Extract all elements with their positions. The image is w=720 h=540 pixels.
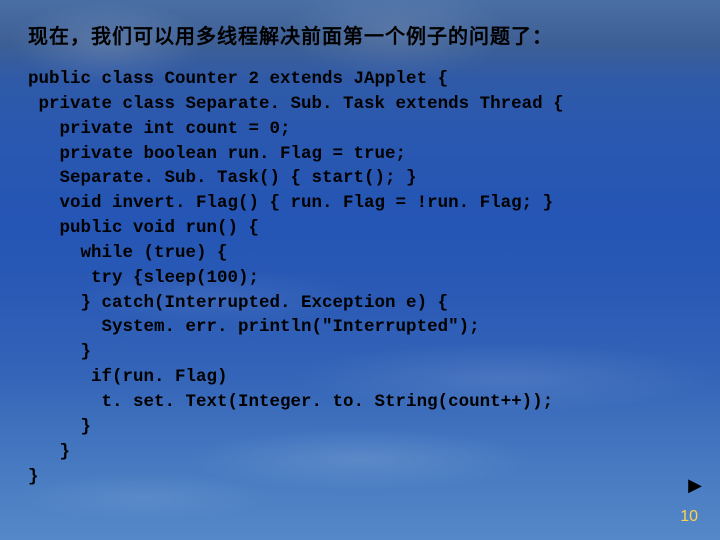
page-number: 10 <box>680 508 698 526</box>
slide: 现在，我们可以用多线程解决前面第一个例子的问题了： public class C… <box>0 0 720 540</box>
code-block: public class Counter 2 extends JApplet {… <box>28 67 692 489</box>
slide-title: 现在，我们可以用多线程解决前面第一个例子的问题了： <box>28 20 692 49</box>
next-arrow-icon[interactable]: ▶ <box>688 475 702 496</box>
